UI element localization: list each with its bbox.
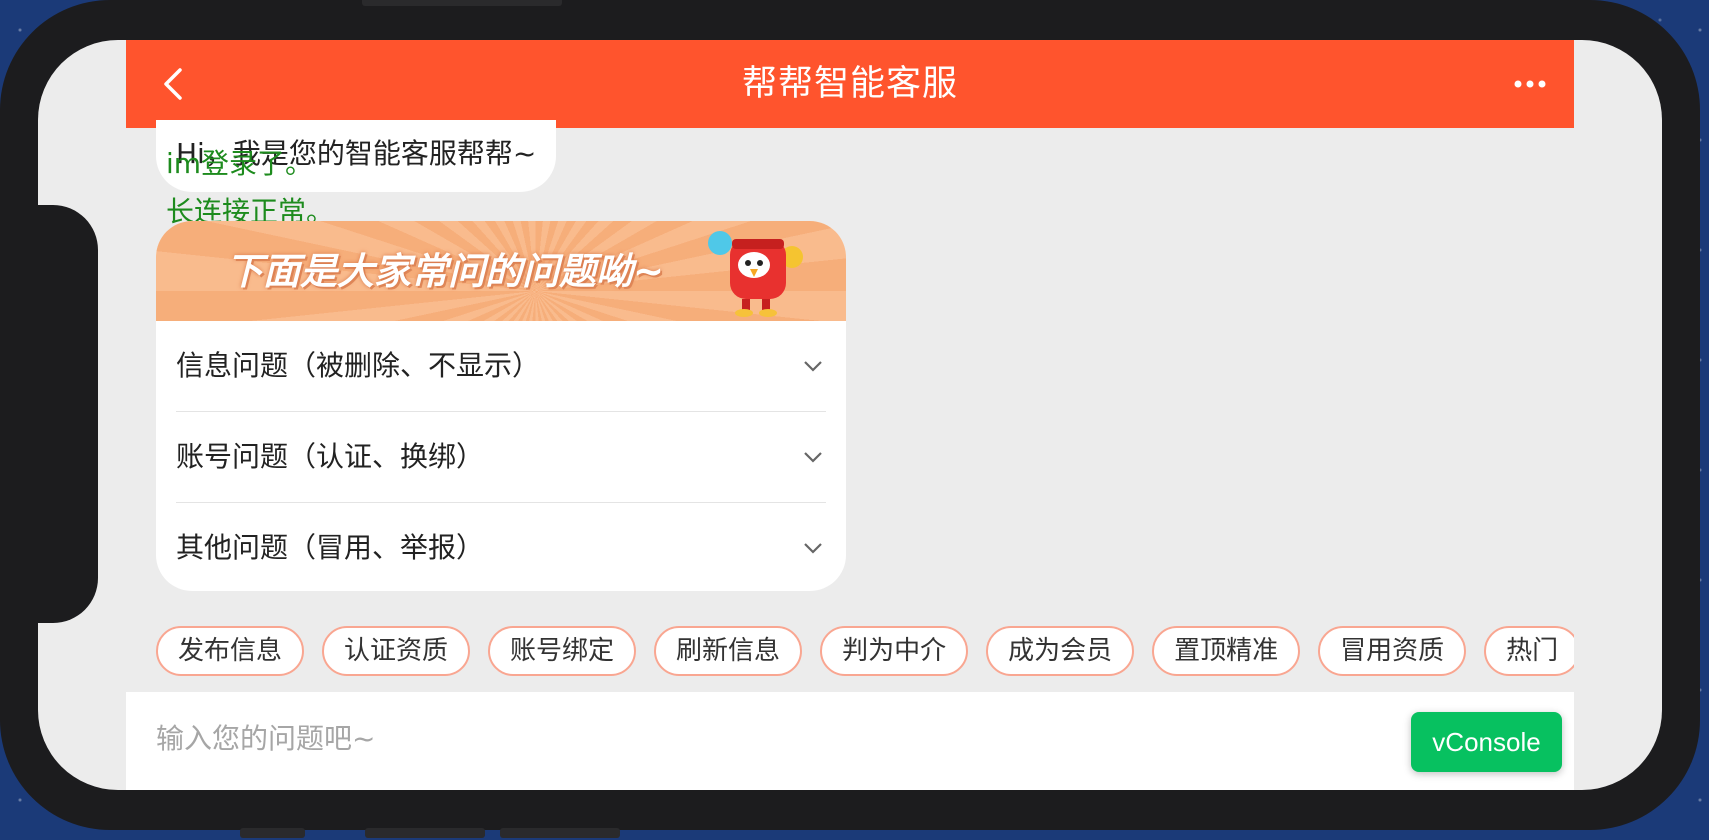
app-screen: 帮帮智能客服 Hi，我是您的智能客服帮帮~ im登录了。 长连接正常。 下面是大… — [38, 40, 1662, 790]
quick-tag-chip[interactable]: 判为中介 — [820, 626, 969, 676]
chevron-down-icon — [804, 361, 822, 372]
chevron-down-icon — [804, 452, 822, 463]
phone-volume-button — [240, 828, 305, 838]
faq-card: 下面是大家常问的问题呦~ 信息问题（被删除、不显示） 账号问题（认证、换绑） 其… — [156, 221, 846, 591]
faq-item-label: 信息问题（被删除、不显示） — [176, 349, 541, 382]
quick-tag-chip[interactable]: 热门 — [1484, 626, 1574, 676]
quick-tag-chip[interactable]: 成为会员 — [986, 626, 1135, 676]
faq-item-label: 其他问题（冒用、举报） — [176, 531, 485, 564]
page-title: 帮帮智能客服 — [741, 64, 958, 104]
quick-tag-chip[interactable]: 账号绑定 — [488, 626, 637, 676]
phone-notch — [38, 205, 98, 623]
faq-item-label: 账号问题（认证、换绑） — [176, 440, 485, 473]
message-input-bar — [126, 692, 1574, 790]
more-dots-icon[interactable] — [1508, 64, 1556, 104]
faq-banner-text: 下面是大家常问的问题呦~ — [226, 250, 665, 293]
chevron-down-icon — [804, 543, 822, 554]
quick-tag-chip[interactable]: 置顶精准 — [1152, 626, 1301, 676]
faq-banner: 下面是大家常问的问题呦~ — [156, 221, 846, 321]
faq-item[interactable]: 信息问题（被删除、不显示） — [176, 321, 826, 412]
quick-tag-chip[interactable]: 发布信息 — [156, 626, 305, 676]
faq-item[interactable]: 账号问题（认证、换绑） — [176, 412, 826, 503]
quick-tag-bar[interactable]: 发布信息 认证资质 账号绑定 刷新信息 判为中介 成为会员 置顶精准 冒用资质 热门 — [156, 626, 1574, 678]
quick-tag-chip[interactable]: 冒用资质 — [1318, 626, 1467, 676]
mascot-icon — [708, 231, 803, 317]
app-header: 帮帮智能客服 — [126, 40, 1574, 128]
question-input[interactable] — [154, 712, 1158, 764]
faq-item[interactable]: 其他问题（冒用、举报） — [176, 503, 826, 591]
vconsole-button[interactable]: vConsole — [1411, 712, 1562, 772]
quick-tag-chip[interactable]: 刷新信息 — [654, 626, 803, 676]
phone-frame: 帮帮智能客服 Hi，我是您的智能客服帮帮~ im登录了。 长连接正常。 下面是大… — [0, 0, 1700, 838]
quick-tag-chip[interactable]: 认证资质 — [322, 626, 471, 676]
phone-power-button — [500, 828, 620, 838]
phone-side-button — [362, 0, 562, 6]
phone-volume-button — [365, 828, 485, 838]
im-login-log: im登录了。 — [166, 147, 314, 180]
